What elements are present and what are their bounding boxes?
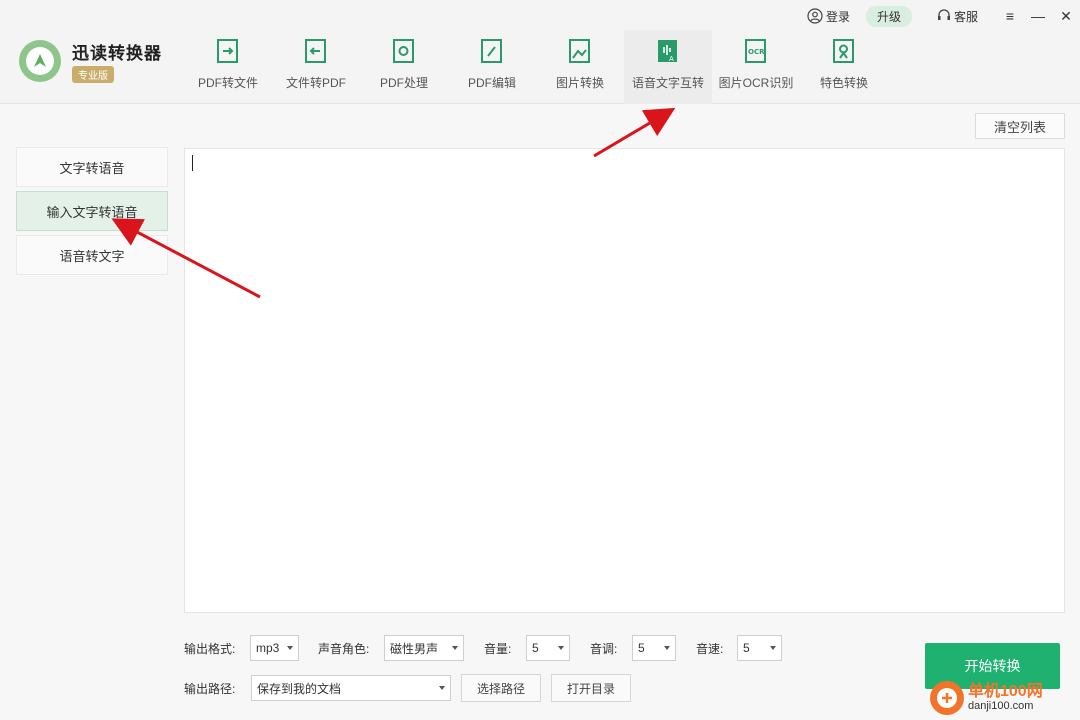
sidebar-item-input-text-to-speech[interactable]: 输入文字转语音: [16, 191, 168, 231]
volume-select[interactable]: 5: [526, 635, 570, 661]
chevron-down-icon: [452, 646, 458, 650]
service-button[interactable]: 客服: [936, 8, 978, 25]
pdf-edit-icon: [479, 38, 505, 64]
clear-list-button[interactable]: 清空列表: [975, 113, 1065, 139]
main-toolbar: PDF转文件 文件转PDF PDF处理 PDF编辑 图片转换 A 语音文字互转 …: [184, 30, 888, 104]
login-button[interactable]: 登录: [807, 8, 850, 25]
chevron-down-icon: [664, 646, 670, 650]
tab-image-ocr[interactable]: OCR 图片OCR识别: [712, 30, 800, 104]
svg-text:A: A: [669, 55, 674, 63]
app-header: 迅读转换器 专业版 PDF转文件 文件转PDF PDF处理 PDF编辑 图片转换…: [0, 0, 1080, 104]
sidebar-item-text-to-speech[interactable]: 文字转语音: [16, 147, 168, 187]
upgrade-button[interactable]: 升级: [865, 5, 912, 27]
file-to-pdf-icon: [303, 38, 329, 64]
chevron-down-icon: [558, 646, 564, 650]
path-select[interactable]: 保存到我的文档: [251, 675, 451, 701]
tab-file-to-pdf[interactable]: 文件转PDF: [272, 30, 360, 104]
watermark-url: danji100.com: [968, 699, 1034, 712]
path-label: 输出路径:: [184, 682, 236, 696]
special-convert-icon: [831, 38, 857, 64]
open-directory-button[interactable]: 打开目录: [551, 674, 631, 702]
pitch-select[interactable]: 5: [632, 635, 676, 661]
text-caret: [192, 155, 193, 171]
user-icon: [807, 8, 823, 24]
minimize-icon[interactable]: —: [1024, 6, 1052, 26]
format-select[interactable]: mp3: [250, 635, 299, 661]
pdf-export-icon: [215, 38, 241, 64]
ocr-icon: OCR: [743, 38, 769, 64]
volume-label: 音量:: [484, 642, 512, 656]
watermark-logo-icon: [930, 681, 964, 715]
watermark-text: 单机100网: [968, 682, 1043, 700]
format-label: 输出格式:: [184, 642, 236, 656]
pdf-process-icon: [391, 38, 417, 64]
tab-pdf-to-file[interactable]: PDF转文件: [184, 30, 272, 104]
close-icon[interactable]: ✕: [1052, 6, 1080, 26]
tab-image-convert[interactable]: 图片转换: [536, 30, 624, 104]
chevron-down-icon: [287, 646, 293, 650]
text-input-area[interactable]: [184, 148, 1065, 613]
tab-pdf-process[interactable]: PDF处理: [360, 30, 448, 104]
speed-select[interactable]: 5: [737, 635, 782, 661]
site-watermark: 单机100网 danji100.com: [930, 680, 1043, 716]
speed-label: 音速:: [696, 642, 724, 656]
pitch-label: 音调:: [590, 642, 618, 656]
choose-path-button[interactable]: 选择路径: [461, 674, 541, 702]
voice-select[interactable]: 磁性男声: [384, 635, 464, 661]
menu-icon[interactable]: ≡: [996, 6, 1024, 26]
top-actions: 登录 升级 客服 ≡ — ✕: [807, 5, 1080, 27]
voice-text-icon: A: [655, 38, 681, 64]
voice-label: 声音角色:: [318, 642, 370, 656]
svg-text:OCR: OCR: [748, 48, 765, 56]
headset-icon: [937, 9, 950, 20]
edition-badge: 专业版: [72, 66, 114, 83]
tab-special-convert[interactable]: 特色转换: [800, 30, 888, 104]
chevron-down-icon: [439, 686, 445, 690]
tab-voice-text[interactable]: A 语音文字互转: [624, 30, 712, 104]
sidebar-item-speech-to-text[interactable]: 语音转文字: [16, 235, 168, 275]
tab-pdf-edit[interactable]: PDF编辑: [448, 30, 536, 104]
app-logo-icon: [19, 40, 61, 82]
chevron-down-icon: [770, 646, 776, 650]
image-convert-icon: [567, 38, 593, 64]
app-name: 迅读转换器: [72, 44, 162, 63]
